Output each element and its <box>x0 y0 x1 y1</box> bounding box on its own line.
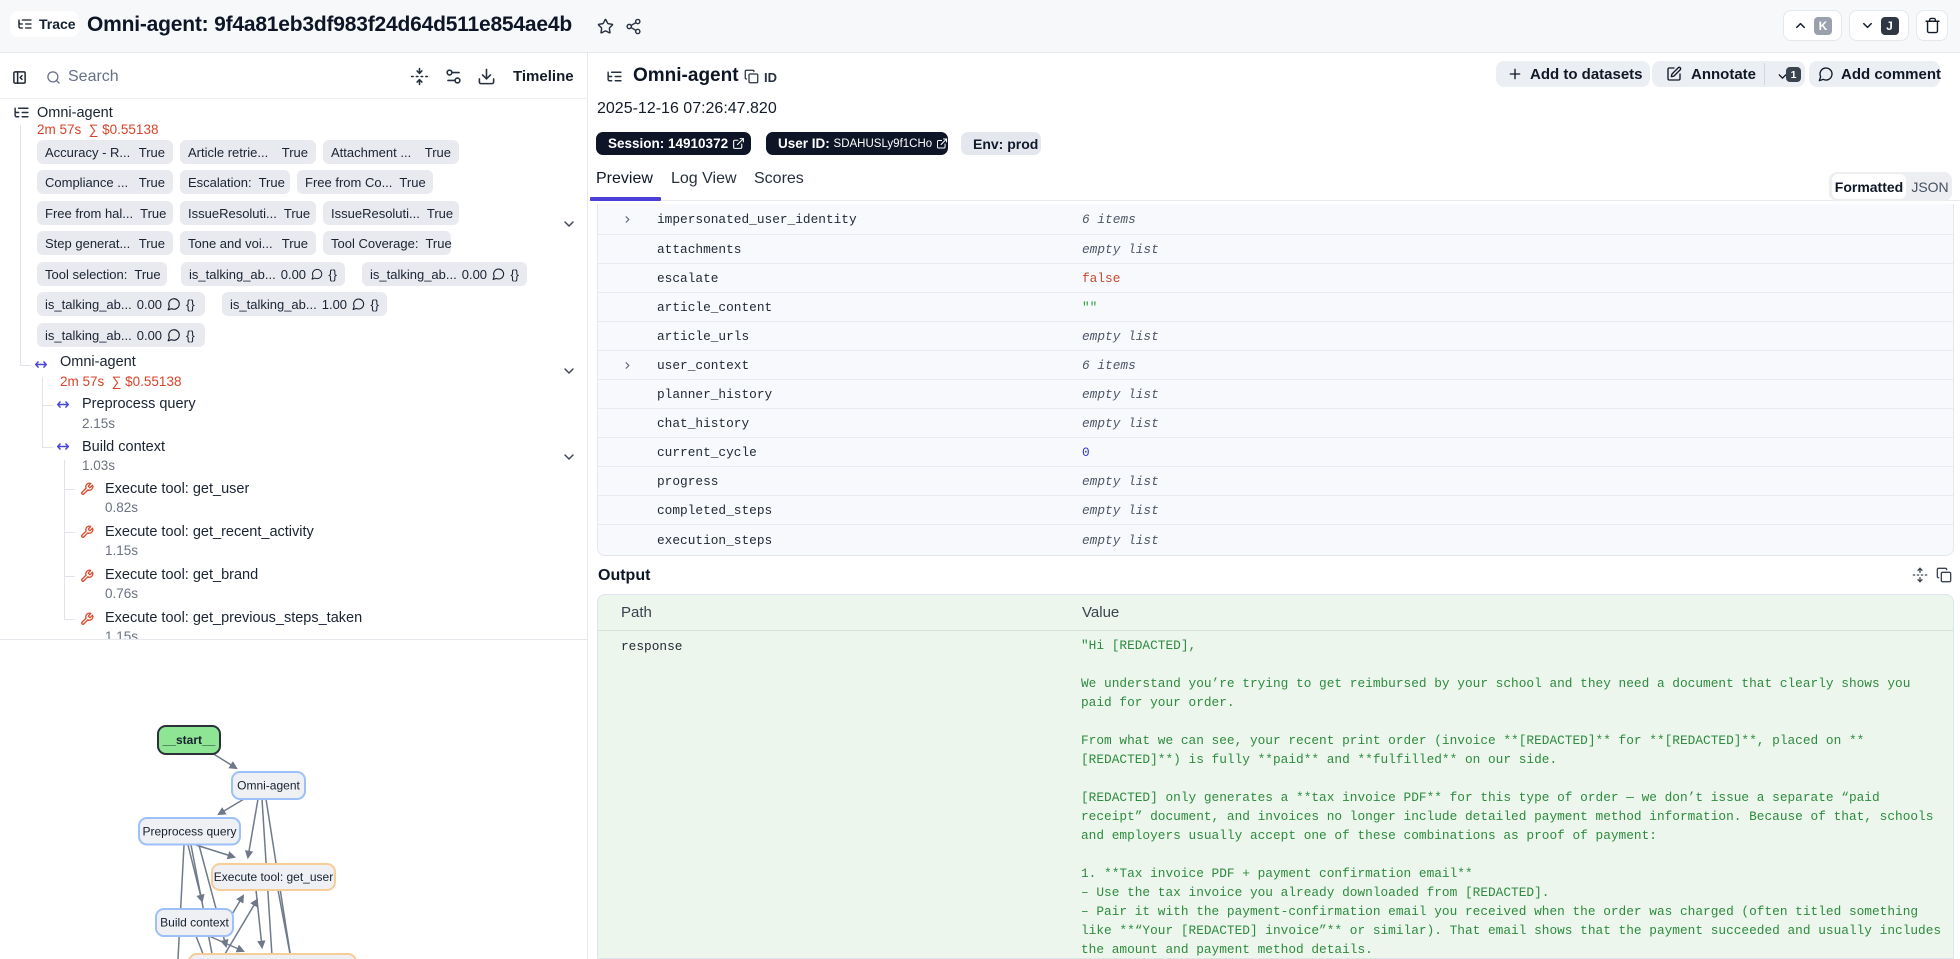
svg-text:Execute tool: get_user: Execute tool: get_user <box>214 870 333 884</box>
svg-text:Omni-agent: Omni-agent <box>237 779 300 793</box>
svg-text:Build context: Build context <box>160 916 229 930</box>
svg-text:Preprocess query: Preprocess query <box>142 825 236 839</box>
svg-text:__start__: __start__ <box>162 733 216 747</box>
